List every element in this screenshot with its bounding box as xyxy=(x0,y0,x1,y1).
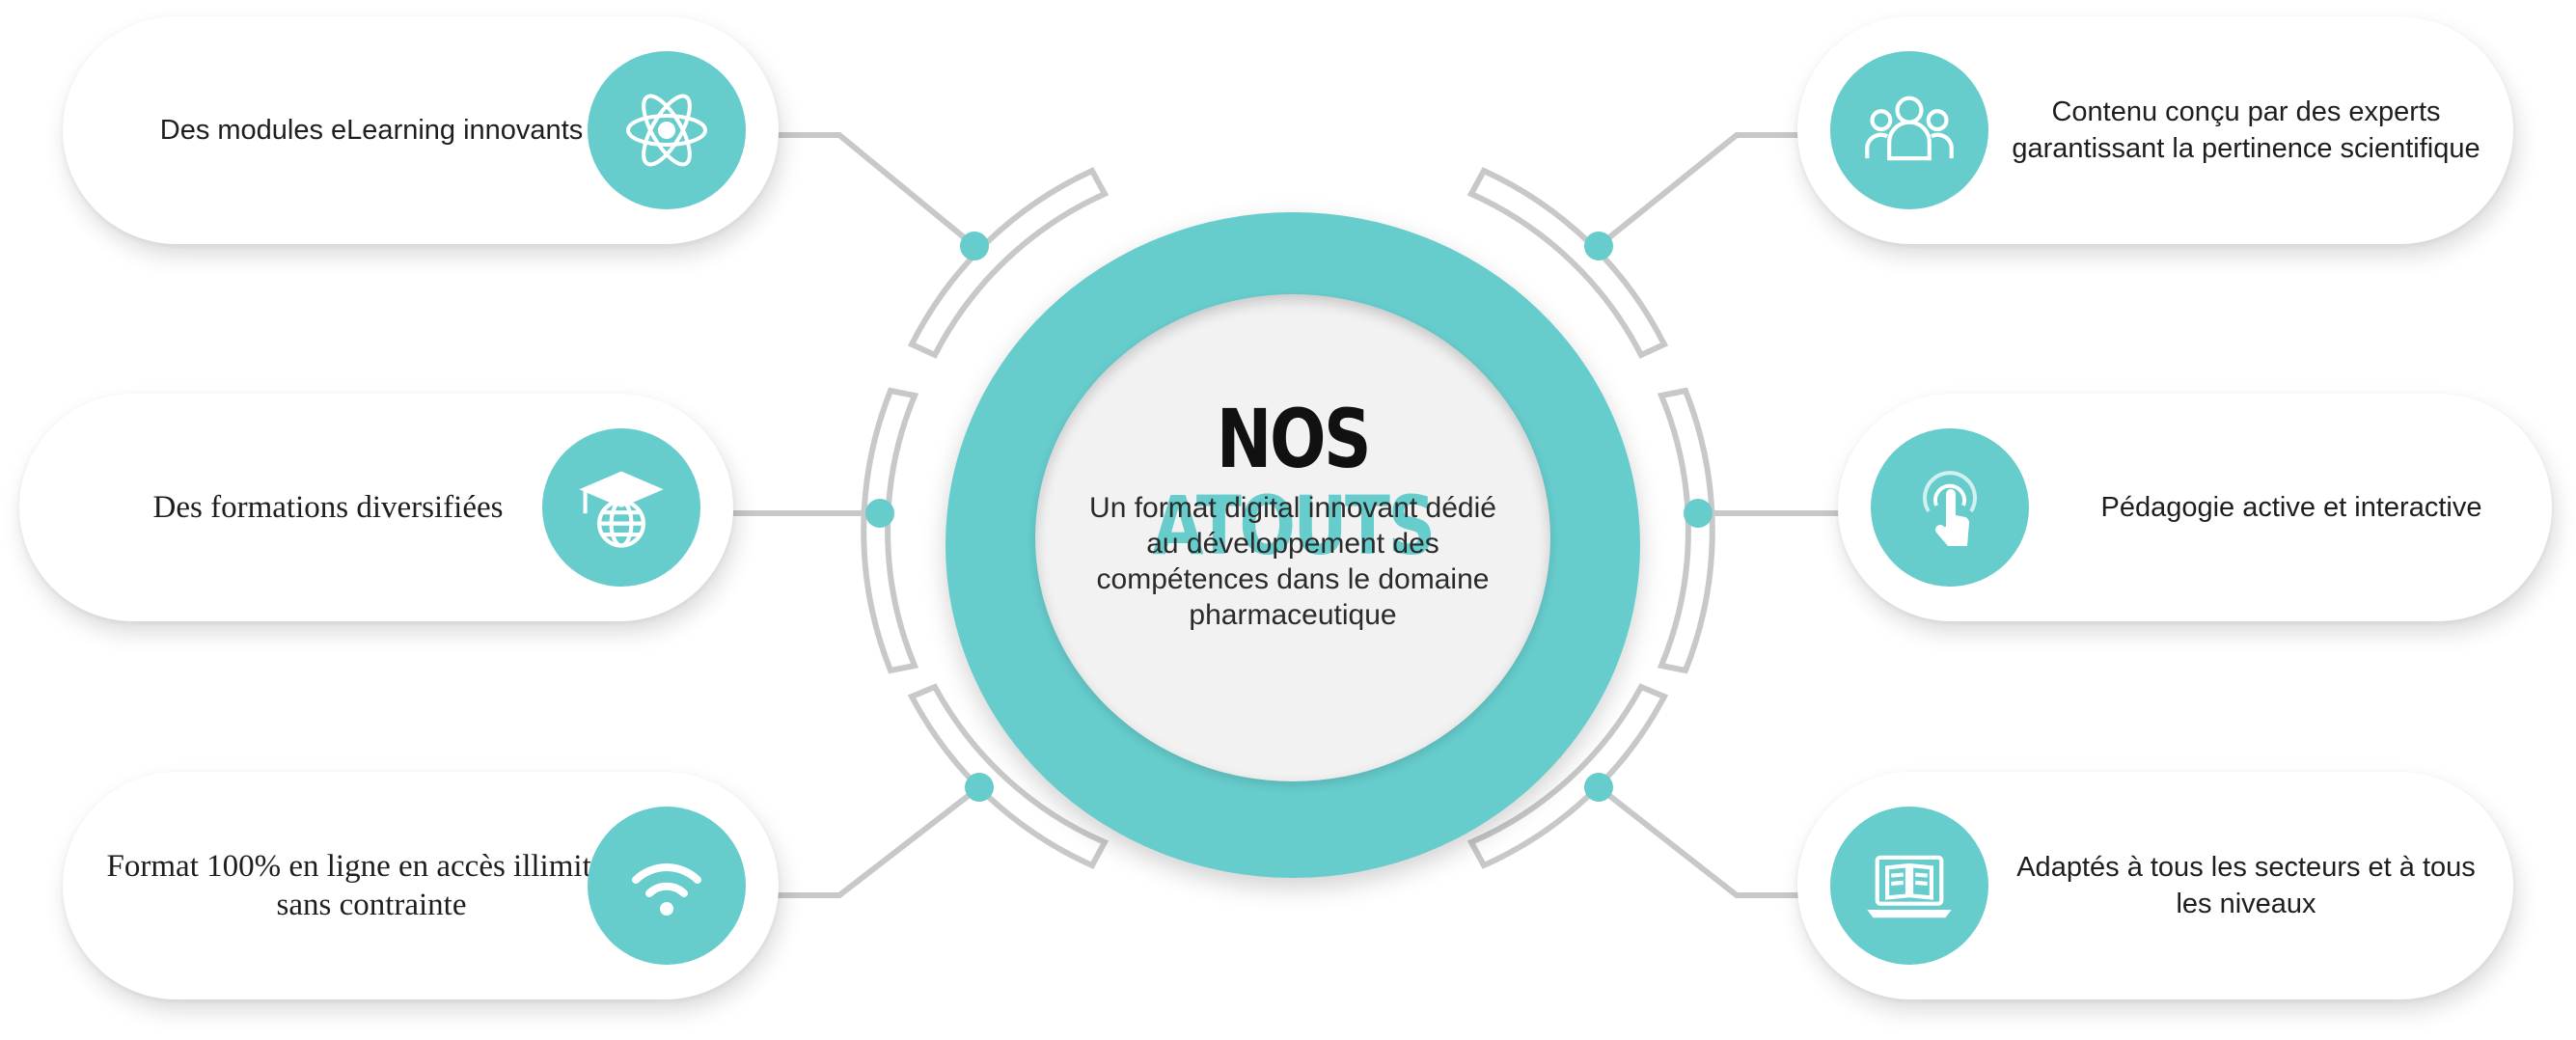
diagram-canvas: NOS ATOUTS Un format digital innovant dé… xyxy=(0,0,2576,1040)
feature-label: Pédagogie active et interactive xyxy=(2100,492,2482,523)
connector-dot xyxy=(1684,499,1713,528)
feature-label: Des formations diversifiées xyxy=(152,490,504,525)
touch-hand-icon xyxy=(1871,428,2029,587)
laptop-book-icon xyxy=(1830,807,1988,965)
connector-dot xyxy=(960,232,989,260)
connector-dot xyxy=(965,773,994,802)
feature-card-adaptes: Adaptés à tous les secteurs et à tous le… xyxy=(1797,772,2513,999)
feature-label: Adaptés à tous les secteurs et à tous le… xyxy=(2016,852,2476,919)
feature-card-format: Format 100% en ligne en accès illimité e… xyxy=(63,772,779,999)
feature-label: Format 100% en ligne en accès illimité e… xyxy=(106,849,637,922)
feature-label: Contenu conçu par des experts garantissa… xyxy=(2012,96,2480,164)
connector-dot xyxy=(1584,232,1613,260)
feature-card-contenu: Contenu conçu par des experts garantissa… xyxy=(1797,16,2513,244)
wifi-icon xyxy=(588,807,746,965)
atom-icon xyxy=(588,51,746,209)
feature-card-formations: Des formations diversifiées xyxy=(19,394,733,621)
center-description: Un format digital innovant dédié au déve… xyxy=(1089,492,1496,631)
connector-dot xyxy=(1584,773,1613,802)
graduation-globe-icon xyxy=(542,428,700,587)
feature-label: Des modules eLearning innovants xyxy=(159,115,584,146)
connector-dot xyxy=(865,499,894,528)
feature-card-elearning: Des modules eLearning innovants xyxy=(63,16,779,244)
feature-card-pedagogie: Pédagogie active et interactive xyxy=(1838,394,2552,621)
users-group-icon xyxy=(1830,51,1988,209)
title-part-nos: NOS xyxy=(1216,392,1372,486)
